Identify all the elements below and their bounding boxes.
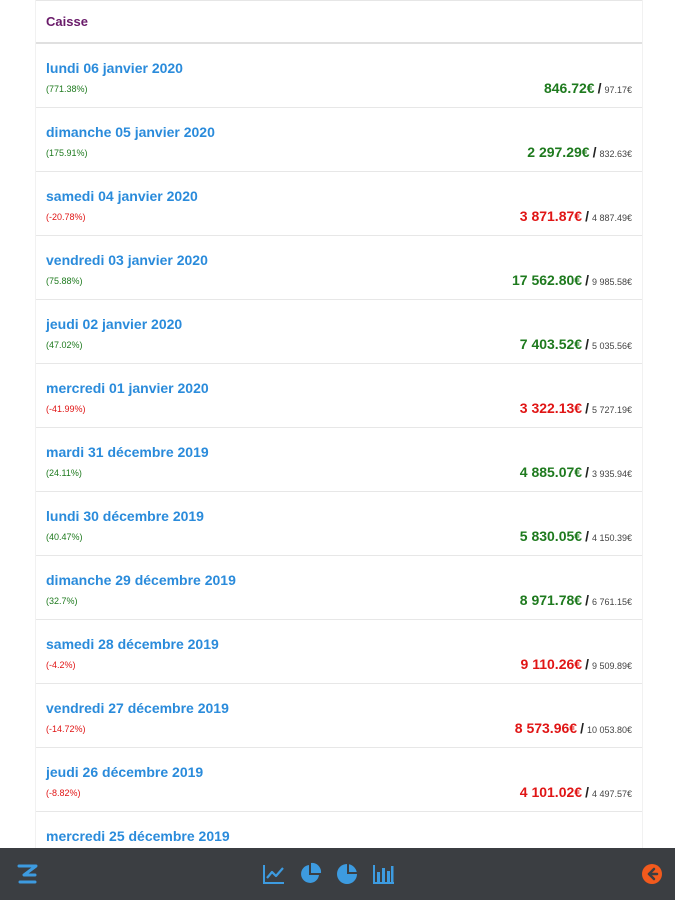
day-list: lundi 06 janvier 2020 (771.38%) 846.72€/97…	[36, 44, 642, 848]
day-row[interactable]: mercredi 25 décembre 2019	[36, 812, 642, 848]
day-reference-amount: 4 150.39€	[591, 533, 632, 543]
day-amounts: 4 885.07€/3 935.94€	[520, 464, 632, 480]
day-row[interactable]: jeudi 02 janvier 2020 (47.02%) 7 403.52€/5…	[36, 300, 642, 364]
day-reference-amount: 4 497.57€	[591, 789, 632, 799]
day-variation: (-41.99%)	[46, 404, 86, 414]
day-date[interactable]: lundi 30 décembre 2019	[46, 508, 204, 524]
day-variation: (-8.82%)	[46, 788, 81, 798]
day-date[interactable]: mercredi 25 décembre 2019	[46, 828, 230, 844]
day-date[interactable]: lundi 06 janvier 2020	[46, 60, 183, 76]
day-amount: 3 322.13€	[519, 400, 583, 416]
day-row[interactable]: mercredi 01 janvier 2020 (-41.99%) 3 322.1…	[36, 364, 642, 428]
day-date[interactable]: vendredi 03 janvier 2020	[46, 252, 208, 268]
amount-separator: /	[585, 592, 589, 608]
bar-chart-icon[interactable]	[372, 862, 396, 886]
day-amount: 8 971.78€	[519, 592, 583, 608]
day-reference-amount: 3 935.94€	[591, 469, 632, 479]
line-chart-icon[interactable]	[262, 862, 286, 886]
day-date[interactable]: vendredi 27 décembre 2019	[46, 700, 229, 716]
day-reference-amount: 4 887.49€	[591, 213, 632, 223]
content-area: Caisse lundi 06 janvier 2020 (771.38%) 846…	[0, 0, 675, 848]
day-reference-amount: 5 035.56€	[591, 341, 632, 351]
day-row[interactable]: jeudi 26 décembre 2019 (-8.82%) 4 101.02€ /…	[36, 748, 642, 812]
back-icon[interactable]	[640, 862, 664, 886]
day-reference-amount: 10 053.80€	[586, 725, 632, 735]
day-amount: 17 562.80€	[511, 272, 583, 288]
day-amount: 8 573.96€	[514, 720, 578, 736]
day-variation: (32.7%)	[46, 596, 78, 606]
day-amounts: 8 971.78€/6 761.15€	[520, 592, 632, 608]
day-date[interactable]: samedi 04 janvier 2020	[46, 188, 198, 204]
day-date[interactable]: mercredi 01 janvier 2020	[46, 380, 209, 396]
day-amount: 4 101.02€	[519, 784, 583, 800]
logo-icon[interactable]	[16, 862, 40, 886]
app-window: Caisse lundi 06 janvier 2020 (771.38%) 846…	[0, 0, 675, 900]
amount-separator: /	[597, 80, 602, 96]
day-row[interactable]: mardi 31 décembre 2019 (24.11%) 4 885.07€ /…	[36, 428, 642, 492]
day-row[interactable]: vendredi 03 janvier 2020 (75.88%) 17 562.8…	[36, 236, 642, 300]
day-variation: (47.02%)	[46, 340, 83, 350]
amount-separator: /	[585, 208, 589, 224]
pie-chart-alt-icon[interactable]	[335, 862, 359, 886]
day-amount: 3 871.87€	[519, 208, 583, 224]
day-amounts: 7 403.52€/5 035.56€	[520, 336, 632, 352]
day-variation: (24.11%)	[46, 468, 82, 478]
day-reference-amount: 832.63€	[599, 149, 632, 159]
day-date[interactable]: dimanche 29 décembre 2019	[46, 572, 236, 588]
amount-separator: /	[580, 720, 584, 736]
day-date[interactable]: dimanche 05 janvier 2020	[46, 124, 215, 140]
day-amount: 9 110.26€	[520, 656, 583, 672]
day-amount: 7 403.52€	[519, 336, 583, 352]
day-reference-amount: 9 985.58€	[591, 277, 632, 287]
day-reference-amount: 9 509.89€	[591, 661, 632, 671]
day-date[interactable]: samedi 28 décembre 2019	[46, 636, 219, 652]
day-amount: 2 297.29€	[527, 144, 590, 160]
day-amount: 5 830.05€	[519, 528, 583, 544]
day-date[interactable]: jeudi 02 janvier 2020	[46, 316, 182, 332]
pie-chart-icon[interactable]	[298, 862, 322, 886]
day-amounts: 846.72€/97.17€	[544, 80, 632, 96]
day-variation: (40.47%)	[46, 532, 83, 542]
day-row[interactable]: lundi 30 décembre 2019 (40.47%) 5 830.05€ /…	[36, 492, 642, 556]
day-row[interactable]: lundi 06 janvier 2020 (771.38%) 846.72€/97…	[36, 44, 642, 108]
day-variation: (771.38%)	[46, 84, 88, 94]
amount-separator: /	[585, 464, 589, 480]
amount-separator: /	[585, 400, 589, 416]
amount-separator: /	[585, 528, 589, 544]
day-variation: (175.91%)	[46, 148, 88, 158]
day-variation: (75.88%)	[46, 276, 83, 286]
amount-separator: /	[585, 656, 589, 672]
amount-separator: /	[592, 144, 597, 160]
day-variation: (-20.78%)	[46, 212, 86, 222]
day-amounts: 2 297.29€/832.63€	[527, 144, 632, 160]
day-date[interactable]: mardi 31 décembre 2019	[46, 444, 209, 460]
panel-title: Caisse	[46, 14, 88, 29]
day-row[interactable]: vendredi 27 décembre 2019 (-14.72%) 8 573.…	[36, 684, 642, 748]
day-reference-amount: 6 761.15€	[591, 597, 632, 607]
day-reference-amount: 5 727.19€	[591, 405, 632, 415]
panel-header: Caisse	[36, 0, 642, 44]
day-amounts: 9 110.26€/9 509.89€	[521, 656, 632, 672]
bottom-toolbar	[0, 848, 675, 900]
amount-separator: /	[585, 336, 589, 352]
day-row[interactable]: dimanche 05 janvier 2020 (175.91%) 2 297.2…	[36, 108, 642, 172]
day-amounts: 17 562.80€/9 985.58€	[512, 272, 632, 288]
day-amount: 846.72€	[543, 80, 595, 96]
day-reference-amount: 97.17€	[604, 85, 632, 95]
amount-separator: /	[585, 272, 589, 288]
day-row[interactable]: samedi 28 décembre 2019 (-4.2%) 9 110.26€ /…	[36, 620, 642, 684]
day-amounts: 8 573.96€/10 053.80€	[515, 720, 632, 736]
day-amounts: 5 830.05€/4 150.39€	[520, 528, 632, 544]
day-amounts: 3 871.87€/4 887.49€	[520, 208, 632, 224]
day-amounts: 3 322.13€/5 727.19€	[520, 400, 632, 416]
cash-panel: Caisse lundi 06 janvier 2020 (771.38%) 846…	[35, 0, 643, 848]
amount-separator: /	[585, 784, 589, 800]
day-row[interactable]: dimanche 29 décembre 2019 (32.7%) 8 971.78…	[36, 556, 642, 620]
day-row[interactable]: samedi 04 janvier 2020 (-20.78%) 3 871.87€…	[36, 172, 642, 236]
day-amount: 4 885.07€	[519, 464, 583, 480]
day-variation: (-14.72%)	[46, 724, 86, 734]
day-variation: (-4.2%)	[46, 660, 76, 670]
day-amounts: 4 101.02€/4 497.57€	[520, 784, 632, 800]
day-date[interactable]: jeudi 26 décembre 2019	[46, 764, 203, 780]
